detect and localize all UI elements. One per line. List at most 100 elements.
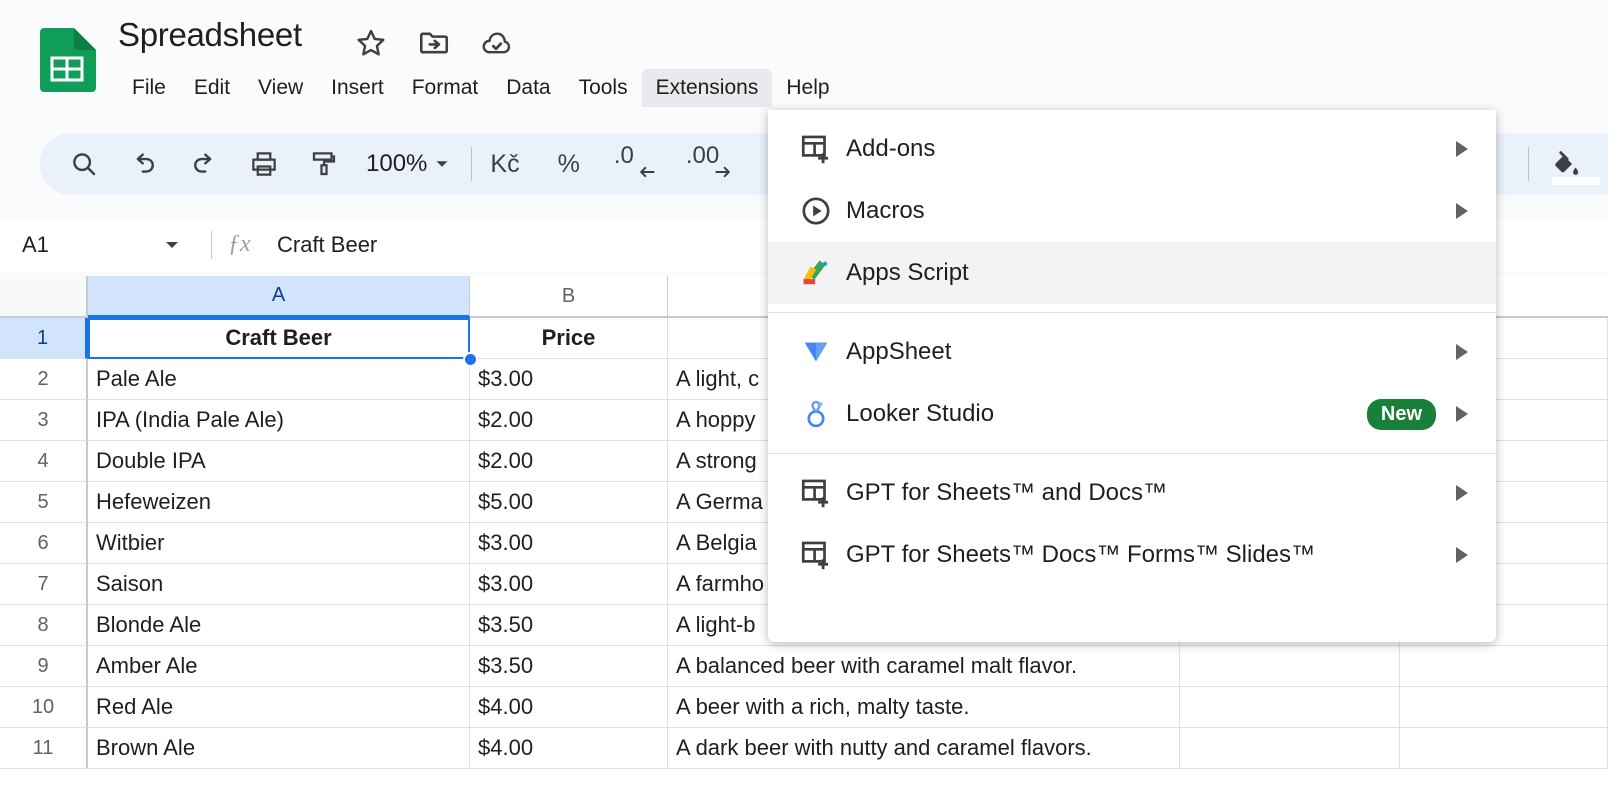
google-sheets-logo <box>40 28 96 92</box>
cell-a7[interactable]: Saison <box>88 564 470 605</box>
decrease-decimal-button[interactable]: .0 <box>612 142 668 186</box>
cell-c10[interactable]: A beer with a rich, malty taste. <box>668 687 1180 728</box>
menu-divider-1 <box>768 312 1496 313</box>
row-header-2[interactable]: 2 <box>0 359 88 400</box>
cell-a9[interactable]: Amber Ale <box>88 646 470 687</box>
row-header-11[interactable]: 11 <box>0 728 88 769</box>
cell-d9[interactable] <box>1180 646 1400 687</box>
search-button[interactable] <box>58 138 110 190</box>
fill-handle[interactable] <box>463 352 478 367</box>
cell-a3[interactable]: IPA (India Pale Ale) <box>88 400 470 441</box>
column-header-a[interactable]: A <box>88 276 470 318</box>
menu-tools[interactable]: Tools <box>565 69 642 107</box>
print-button[interactable] <box>238 138 290 190</box>
cell-e10[interactable] <box>1400 687 1608 728</box>
cell-b7[interactable]: $3.00 <box>470 564 668 605</box>
row-header-1[interactable]: 1 <box>0 318 88 359</box>
cell-b2[interactable]: $3.00 <box>470 359 668 400</box>
menu-item-gpt-sheets-docs-forms-slides[interactable]: GPT for Sheets™ Docs™ Forms™ Slides™ <box>768 524 1496 586</box>
menu-item-looker-studio[interactable]: Looker Studio New <box>768 383 1496 445</box>
cell-e11[interactable] <box>1400 728 1608 769</box>
cell-c11[interactable]: A dark beer with nutty and caramel flavo… <box>668 728 1180 769</box>
cell-c9[interactable]: A balanced beer with caramel malt flavor… <box>668 646 1180 687</box>
zoom-level-label: 100% <box>366 150 428 177</box>
paint-format-button[interactable] <box>298 138 350 190</box>
cell-a4[interactable]: Double IPA <box>88 441 470 482</box>
row-header-3[interactable]: 3 <box>0 400 88 441</box>
menu-edit[interactable]: Edit <box>180 69 244 107</box>
percent-format-button[interactable]: % <box>558 150 580 179</box>
menu-item-add-ons[interactable]: Add-ons <box>768 118 1496 180</box>
cell-a6[interactable]: Witbier <box>88 523 470 564</box>
row-header-9[interactable]: 9 <box>0 646 88 687</box>
cell-b10[interactable]: $4.00 <box>470 687 668 728</box>
cell-a5[interactable]: Hefeweizen <box>88 482 470 523</box>
menu-item-label: AppSheet <box>846 338 952 365</box>
cell-a2[interactable]: Pale Ale <box>88 359 470 400</box>
select-all-corner[interactable] <box>0 276 88 318</box>
menu-item-appsheet[interactable]: AppSheet <box>768 321 1496 383</box>
menu-data[interactable]: Data <box>492 69 564 107</box>
menu-item-label: Apps Script <box>846 259 969 286</box>
menu-file[interactable]: File <box>118 69 180 107</box>
looker-studio-icon <box>796 394 836 434</box>
name-box-value: A1 <box>22 232 49 257</box>
menu-item-macros[interactable]: Macros <box>768 180 1496 242</box>
name-box[interactable]: A1 <box>0 218 200 272</box>
column-header-b[interactable]: B <box>470 276 668 318</box>
undo-icon <box>136 153 154 173</box>
submenu-arrow-icon <box>1456 406 1468 422</box>
cell-a11[interactable]: Brown Ale <box>88 728 470 769</box>
search-icon <box>73 153 96 176</box>
menu-item-apps-script[interactable]: Apps Script <box>768 242 1496 304</box>
menu-bar: File Edit View Insert Format Data Tools … <box>118 68 844 108</box>
add-ons-icon <box>796 129 836 169</box>
formula-input[interactable]: Craft Beer <box>277 232 377 258</box>
cell-a8[interactable]: Blonde Ale <box>88 605 470 646</box>
macros-play-icon <box>796 191 836 231</box>
menu-format[interactable]: Format <box>398 69 493 107</box>
menu-extensions[interactable]: Extensions <box>641 69 773 107</box>
row-header-8[interactable]: 8 <box>0 605 88 646</box>
menu-view[interactable]: View <box>244 69 317 107</box>
increase-decimal-button[interactable]: .00 <box>684 142 740 186</box>
cell-b9[interactable]: $3.50 <box>470 646 668 687</box>
cell-b3[interactable]: $2.00 <box>470 400 668 441</box>
menu-help[interactable]: Help <box>772 69 843 107</box>
menu-insert[interactable]: Insert <box>317 69 398 107</box>
cell-b8[interactable]: $3.50 <box>470 605 668 646</box>
fill-color-swatch <box>1552 177 1600 185</box>
redo-button[interactable] <box>178 138 230 190</box>
row-header-6[interactable]: 6 <box>0 523 88 564</box>
cell-d10[interactable] <box>1180 687 1400 728</box>
cell-b11[interactable]: $4.00 <box>470 728 668 769</box>
document-title[interactable]: Spreadsheet <box>118 16 302 54</box>
menu-item-gpt-sheets-docs[interactable]: GPT for Sheets™ and Docs™ <box>768 462 1496 524</box>
row-header-4[interactable]: 4 <box>0 441 88 482</box>
cell-e9[interactable] <box>1400 646 1608 687</box>
cell-b5[interactable]: $5.00 <box>470 482 668 523</box>
cell-b6[interactable]: $3.00 <box>470 523 668 564</box>
extensions-dropdown-menu: Add-ons Macros Apps Script AppSheet Look… <box>768 110 1496 642</box>
undo-button[interactable] <box>118 138 170 190</box>
row-header-5[interactable]: 5 <box>0 482 88 523</box>
cell-a1[interactable]: Craft Beer <box>88 318 470 359</box>
function-icon[interactable]: ƒx <box>228 231 251 258</box>
zoom-selector[interactable]: 100% <box>366 150 453 178</box>
paint-format-icon <box>312 152 336 176</box>
move-to-folder-icon[interactable] <box>417 26 451 60</box>
row-header-10[interactable]: 10 <box>0 687 88 728</box>
cell-a10[interactable]: Red Ale <box>88 687 470 728</box>
google-sheets-window: Spreadsheet File Edit View Insert Format… <box>0 0 1608 790</box>
row-header-7[interactable]: 7 <box>0 564 88 605</box>
fill-color-icon <box>1555 151 1579 175</box>
menu-item-label: GPT for Sheets™ and Docs™ <box>846 479 1168 506</box>
cloud-saved-icon[interactable] <box>480 26 514 60</box>
cell-b4[interactable]: $2.00 <box>470 441 668 482</box>
submenu-arrow-icon <box>1456 344 1468 360</box>
cell-b1[interactable]: Price <box>470 318 668 359</box>
currency-format-button[interactable]: Kč <box>490 150 519 179</box>
cell-d11[interactable] <box>1180 728 1400 769</box>
star-icon[interactable] <box>354 26 388 60</box>
submenu-arrow-icon <box>1456 485 1468 501</box>
